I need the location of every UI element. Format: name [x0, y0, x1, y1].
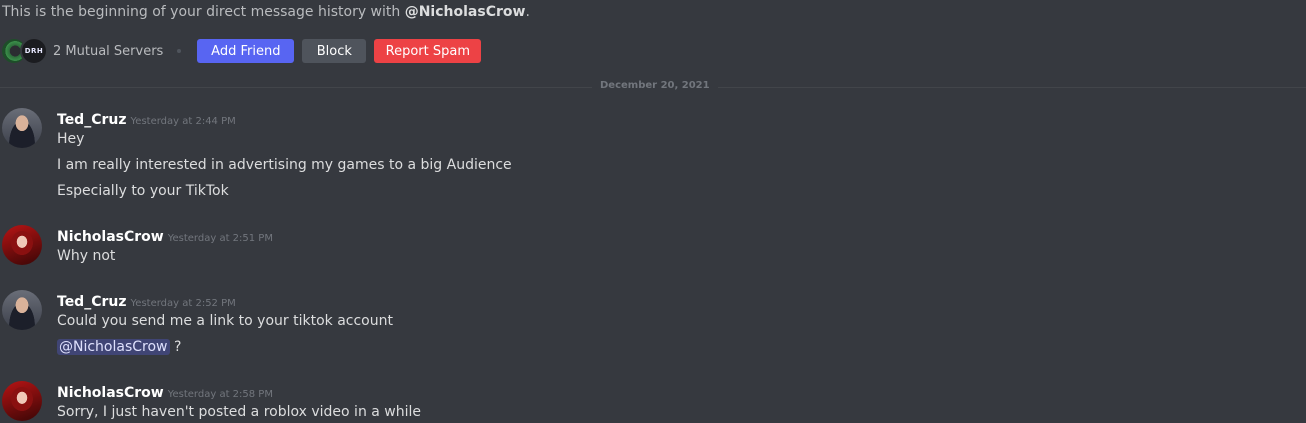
- message-text: Sorry, I just haven't posted a roblox vi…: [57, 404, 422, 420]
- user-mention[interactable]: @NicholasCrow: [57, 339, 170, 355]
- message-header: Ted_Cruz Yesterday at 2:44 PM: [57, 109, 236, 128]
- report-spam-button[interactable]: Report Spam: [374, 39, 482, 63]
- timestamp: Yesterday at 2:58 PM: [167, 389, 273, 400]
- timestamp: Yesterday at 2:51 PM: [167, 233, 273, 244]
- username[interactable]: NicholasCrow: [57, 385, 164, 401]
- server-icon-drh[interactable]: DRH: [20, 37, 48, 65]
- avatar[interactable]: [2, 108, 42, 148]
- dm-actions-row: DRH 2 Mutual Servers Add Friend Block Re…: [0, 37, 482, 65]
- timestamp: Yesterday at 2:52 PM: [130, 298, 236, 309]
- intro-username: @NicholasCrow: [404, 4, 526, 20]
- username[interactable]: NicholasCrow: [57, 229, 164, 245]
- message-text: Why not: [57, 248, 116, 264]
- separator-dot: [177, 49, 182, 53]
- message-text: Hey: [57, 131, 85, 147]
- dm-channel: This is the beginning of your direct mes…: [0, 0, 1306, 423]
- avatar[interactable]: [2, 381, 42, 421]
- message-text: Especially to your TikTok: [57, 183, 229, 199]
- avatar[interactable]: [2, 290, 42, 330]
- message-text-with-mention: @NicholasCrow ?: [57, 339, 181, 355]
- block-button[interactable]: Block: [302, 39, 367, 63]
- username[interactable]: Ted_Cruz: [57, 294, 127, 310]
- message-text-after-mention: ?: [169, 339, 182, 355]
- message-header: NicholasCrow Yesterday at 2:51 PM: [57, 226, 273, 245]
- intro-prefix: This is the beginning of your direct mes…: [2, 4, 405, 20]
- message-header: NicholasCrow Yesterday at 2:58 PM: [57, 382, 273, 401]
- mutual-servers-icons[interactable]: DRH: [0, 37, 48, 65]
- dm-intro-text: This is the beginning of your direct mes…: [2, 4, 530, 20]
- message-header: Ted_Cruz Yesterday at 2:52 PM: [57, 291, 236, 310]
- intro-suffix: .: [525, 4, 530, 20]
- mutual-servers-link[interactable]: 2 Mutual Servers: [53, 44, 163, 59]
- date-divider-label: December 20, 2021: [592, 80, 718, 91]
- message-text: I am really interested in advertising my…: [57, 157, 512, 173]
- message-text: Could you send me a link to your tiktok …: [57, 313, 393, 329]
- timestamp: Yesterday at 2:44 PM: [130, 116, 236, 127]
- avatar[interactable]: [2, 225, 42, 265]
- add-friend-button[interactable]: Add Friend: [197, 39, 295, 63]
- username[interactable]: Ted_Cruz: [57, 112, 127, 128]
